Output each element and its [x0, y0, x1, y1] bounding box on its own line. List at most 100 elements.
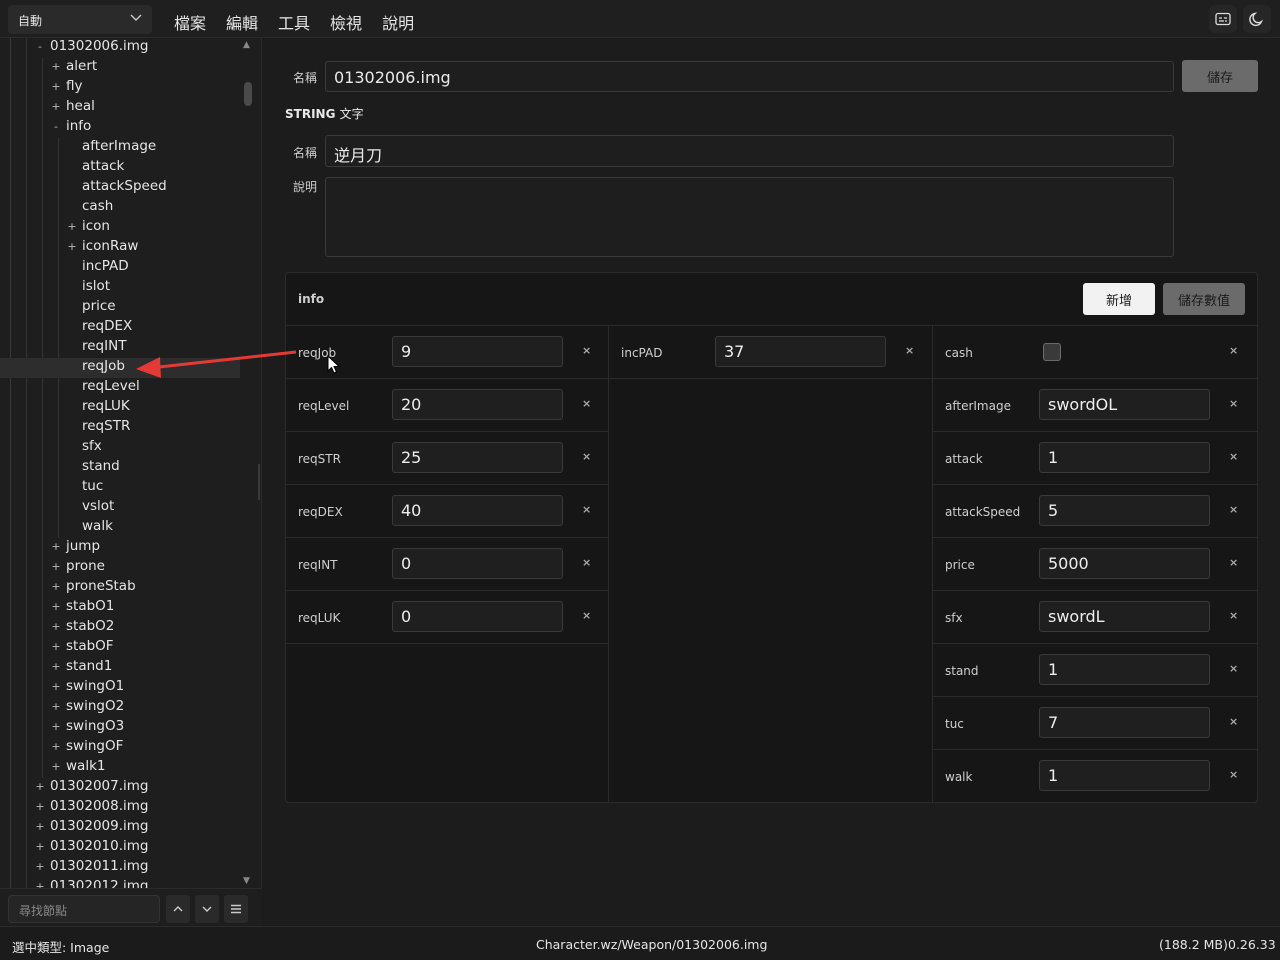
- menu-tools[interactable]: 工具: [278, 10, 310, 34]
- property-value-input[interactable]: 5000: [1039, 548, 1210, 579]
- delete-property-icon[interactable]: ×: [1229, 397, 1238, 410]
- tree-node[interactable]: price: [0, 298, 240, 318]
- expand-icon[interactable]: +: [50, 560, 62, 573]
- tree-node[interactable]: cash: [0, 198, 240, 218]
- tree-node[interactable]: vslot: [0, 498, 240, 518]
- search-next-button[interactable]: [195, 895, 219, 923]
- expand-icon[interactable]: +: [50, 80, 62, 93]
- tree-node[interactable]: + alert: [0, 58, 240, 78]
- tree-node[interactable]: +01302011.img: [0, 858, 240, 878]
- menu-help[interactable]: 說明: [382, 10, 414, 34]
- tree-node[interactable]: + proneStab: [0, 578, 240, 598]
- tree-node[interactable]: + prone: [0, 558, 240, 578]
- property-value-input[interactable]: swordOL: [1039, 389, 1210, 420]
- cash-checkbox[interactable]: [1043, 343, 1061, 361]
- tree-node[interactable]: + icon: [0, 218, 240, 238]
- tree-node[interactable]: reqLevel: [0, 378, 240, 398]
- delete-property-icon[interactable]: ×: [1229, 715, 1238, 728]
- mode-select[interactable]: 自動: [8, 5, 152, 34]
- tree-node[interactable]: walk: [0, 518, 240, 538]
- delete-property-icon[interactable]: ×: [582, 397, 591, 410]
- delete-property-icon[interactable]: ×: [1229, 556, 1238, 569]
- delete-property-icon[interactable]: ×: [582, 609, 591, 622]
- tree-node[interactable]: reqLUK: [0, 398, 240, 418]
- expand-icon[interactable]: +: [50, 640, 62, 653]
- delete-property-icon[interactable]: ×: [582, 556, 591, 569]
- tree-node[interactable]: - info: [0, 118, 240, 138]
- expand-icon[interactable]: +: [50, 680, 62, 693]
- tree-node[interactable]: -01302006.img: [0, 38, 240, 58]
- delete-property-icon[interactable]: ×: [1229, 609, 1238, 622]
- tree-node[interactable]: sfx: [0, 438, 240, 458]
- property-value-input[interactable]: 9: [392, 336, 563, 367]
- add-property-button[interactable]: 新增: [1083, 283, 1155, 315]
- search-input[interactable]: 尋找節點: [8, 895, 160, 923]
- expand-icon[interactable]: +: [50, 580, 62, 593]
- property-value-input[interactable]: 25: [392, 442, 563, 473]
- tree-node[interactable]: + heal: [0, 98, 240, 118]
- tree-node[interactable]: reqINT: [0, 338, 240, 358]
- property-value-input[interactable]: 7: [1039, 707, 1210, 738]
- tree-node[interactable]: + fly: [0, 78, 240, 98]
- tree-node[interactable]: + stand1: [0, 658, 240, 678]
- tree-node[interactable]: + swingO3: [0, 718, 240, 738]
- collapse-icon[interactable]: -: [34, 40, 46, 53]
- tree-node[interactable]: +01302012.img: [0, 878, 240, 888]
- tree-node[interactable]: + walk1: [0, 758, 240, 778]
- delete-property-icon[interactable]: ×: [905, 344, 914, 357]
- property-value-input[interactable]: 0: [392, 601, 563, 632]
- delete-property-icon[interactable]: ×: [582, 503, 591, 516]
- expand-icon[interactable]: +: [34, 800, 46, 813]
- menu-view[interactable]: 檢視: [330, 10, 362, 34]
- save-button[interactable]: 儲存: [1182, 60, 1258, 92]
- tree-node[interactable]: reqDEX: [0, 318, 240, 338]
- tree-node[interactable]: attack: [0, 158, 240, 178]
- tree-node[interactable]: + iconRaw: [0, 238, 240, 258]
- expand-icon[interactable]: +: [34, 780, 46, 793]
- expand-icon[interactable]: +: [50, 620, 62, 633]
- tree-node[interactable]: tuc: [0, 478, 240, 498]
- property-value-input[interactable]: swordL: [1039, 601, 1210, 632]
- expand-icon[interactable]: +: [66, 240, 78, 253]
- expand-icon[interactable]: +: [50, 700, 62, 713]
- expand-icon[interactable]: +: [34, 840, 46, 853]
- scroll-down-icon[interactable]: ▼: [243, 876, 250, 886]
- search-prev-button[interactable]: [166, 895, 190, 923]
- theme-toggle-button[interactable]: [1243, 5, 1271, 33]
- delete-property-icon[interactable]: ×: [582, 344, 591, 357]
- tree-scrollbar-thumb[interactable]: [244, 82, 252, 106]
- tree-node[interactable]: + swingOF: [0, 738, 240, 758]
- expand-icon[interactable]: +: [66, 220, 78, 233]
- search-options-button[interactable]: [224, 895, 248, 923]
- property-value-input[interactable]: 40: [392, 495, 563, 526]
- expand-icon[interactable]: +: [50, 720, 62, 733]
- subtitle-toggle-button[interactable]: [1209, 5, 1237, 33]
- description-field[interactable]: [325, 177, 1174, 257]
- scroll-up-icon[interactable]: ▲: [243, 40, 250, 50]
- property-value-input[interactable]: 20: [392, 389, 563, 420]
- delete-property-icon[interactable]: ×: [1229, 503, 1238, 516]
- tree-node[interactable]: + stabOF: [0, 638, 240, 658]
- delete-property-icon[interactable]: ×: [1229, 344, 1238, 357]
- expand-icon[interactable]: +: [50, 60, 62, 73]
- tree-node[interactable]: + stabO2: [0, 618, 240, 638]
- splitter-handle[interactable]: [258, 464, 260, 500]
- property-value-input[interactable]: 5: [1039, 495, 1210, 526]
- tree-node[interactable]: incPAD: [0, 258, 240, 278]
- tree-node[interactable]: + jump: [0, 538, 240, 558]
- tree-node[interactable]: +01302007.img: [0, 778, 240, 798]
- tree-node[interactable]: +01302009.img: [0, 818, 240, 838]
- collapse-icon[interactable]: -: [50, 120, 62, 133]
- expand-icon[interactable]: +: [34, 820, 46, 833]
- tree-node[interactable]: islot: [0, 278, 240, 298]
- string-name-field[interactable]: 逆月刀: [325, 135, 1174, 167]
- tree-node[interactable]: stand: [0, 458, 240, 478]
- save-values-button[interactable]: 儲存數值: [1163, 283, 1245, 315]
- expand-icon[interactable]: +: [50, 740, 62, 753]
- tree-node[interactable]: attackSpeed: [0, 178, 240, 198]
- tree-node[interactable]: + stabO1: [0, 598, 240, 618]
- expand-icon[interactable]: +: [34, 860, 46, 873]
- property-value-input[interactable]: 1: [1039, 760, 1210, 791]
- property-value-input[interactable]: 1: [1039, 654, 1210, 685]
- tree-node[interactable]: reqJob: [0, 358, 240, 378]
